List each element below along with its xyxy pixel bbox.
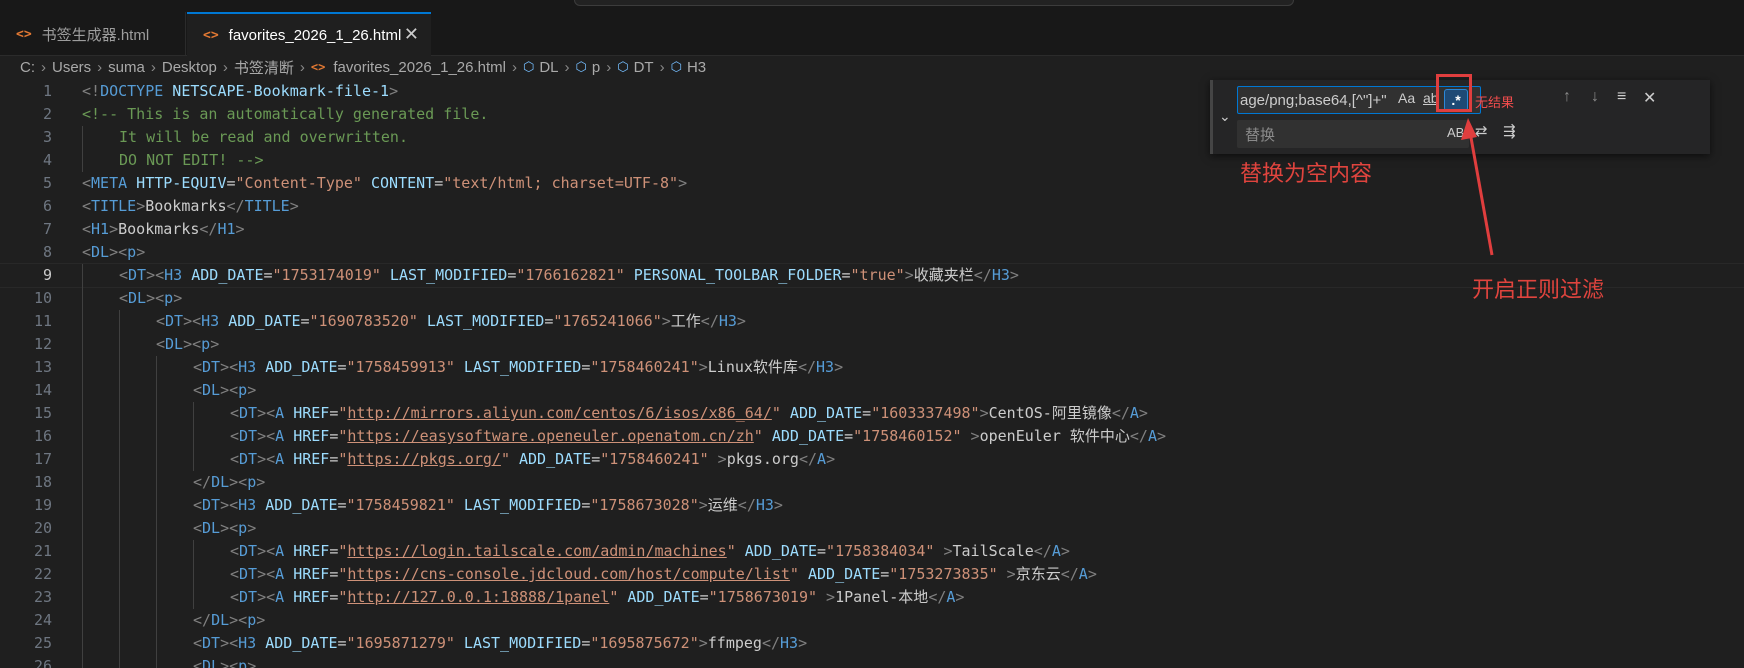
annotation-arrow <box>1461 118 1494 256</box>
regex-annotation: 开启正则过滤 <box>1472 278 1605 303</box>
replace-annotation: 替换为空内容 <box>1240 162 1373 187</box>
